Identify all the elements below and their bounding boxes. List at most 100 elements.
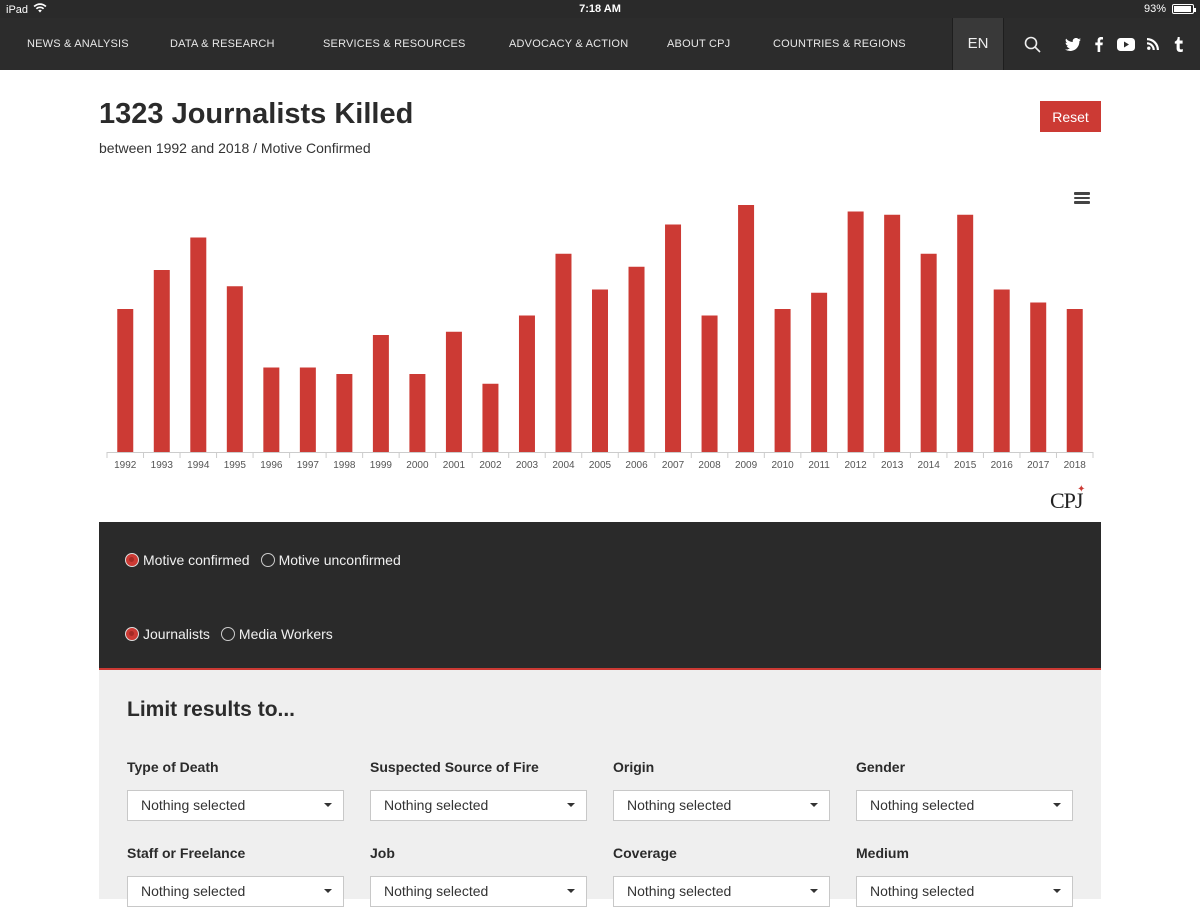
job-select[interactable]: Nothing selected [370, 876, 587, 907]
battery-icon [1172, 4, 1196, 14]
x-tick-label: 2007 [662, 460, 685, 471]
gender-select[interactable]: Nothing selected [856, 790, 1073, 821]
nav-news-analysis[interactable]: NEWS & ANALYSIS [27, 18, 129, 70]
filter-job: Job Nothing selected [370, 845, 587, 907]
radio-media-workers[interactable]: Media Workers [220, 626, 333, 642]
bar-2017[interactable] [1030, 302, 1047, 453]
cpj-logo: CPJ ✦ [1050, 484, 1086, 513]
x-tick-label: 1997 [297, 460, 320, 471]
bar-1993[interactable] [153, 270, 170, 452]
x-tick-label: 2001 [443, 460, 466, 471]
caret-down-icon [567, 803, 575, 807]
bar-1999[interactable] [372, 335, 389, 452]
bar-2010[interactable] [774, 309, 791, 452]
nav-services-resources[interactable]: SERVICES & RESOURCES [323, 18, 466, 70]
nav-countries-regions[interactable]: COUNTRIES & REGIONS [773, 18, 906, 70]
caret-down-icon [1053, 803, 1061, 807]
caret-down-icon [324, 889, 332, 893]
bar-2011[interactable] [811, 292, 828, 452]
tumblr-icon[interactable] [1172, 18, 1186, 70]
staff-freelance-select[interactable]: Nothing selected [127, 876, 344, 907]
caret-down-icon [810, 889, 818, 893]
bar-2014[interactable] [920, 253, 937, 452]
nav-about-cpj[interactable]: ABOUT CPJ [667, 18, 730, 70]
bar-2012[interactable] [847, 211, 864, 453]
x-tick-label: 2017 [1027, 460, 1050, 471]
filter-staff-freelance: Staff or Freelance Nothing selected [127, 845, 344, 907]
x-tick-label: 2002 [479, 460, 502, 471]
limit-heading: Limit results to... [127, 698, 296, 721]
x-tick-label: 1992 [114, 460, 137, 471]
field-label: Coverage [613, 845, 677, 861]
bar-2000[interactable] [409, 374, 426, 452]
field-label: Origin [613, 759, 655, 775]
radio-motive-unconfirmed[interactable]: Motive unconfirmed [260, 552, 401, 568]
bar-2004[interactable] [555, 253, 572, 452]
caret-down-icon [567, 889, 575, 893]
twitter-icon[interactable] [1064, 18, 1082, 70]
x-tick-label: 1995 [224, 460, 247, 471]
x-tick-label: 2010 [771, 460, 794, 471]
bar-2005[interactable] [592, 289, 608, 453]
clock: 7:18 AM [579, 3, 621, 15]
coverage-select[interactable]: Nothing selected [613, 876, 830, 907]
radio-dot[interactable] [220, 627, 235, 641]
filter-source-of-fire: Suspected Source of Fire Nothing selecte… [370, 759, 587, 821]
bar-2002[interactable] [482, 383, 499, 452]
radio-journalists[interactable]: Journalists [125, 626, 210, 642]
x-tick-label: 2012 [845, 460, 868, 471]
field-label: Type of Death [127, 759, 219, 775]
x-tick-label: 1999 [370, 460, 393, 471]
x-tick-label: 2006 [625, 460, 648, 471]
reset-button[interactable]: Reset [1040, 101, 1101, 132]
bar-2015[interactable] [957, 214, 974, 452]
bar-1992[interactable] [117, 309, 134, 452]
x-tick-label: 2008 [698, 460, 721, 471]
youtube-icon[interactable] [1116, 18, 1136, 70]
x-tick-label: 1996 [260, 460, 283, 471]
chart-menu-icon[interactable] [1074, 192, 1090, 204]
bar-2001[interactable] [445, 331, 462, 452]
field-label: Job [370, 845, 395, 861]
x-tick-label: 2003 [516, 460, 539, 471]
bar-2007[interactable] [665, 224, 682, 453]
radio-motive-confirmed[interactable]: Motive confirmed [125, 552, 250, 568]
nav-data-research[interactable]: DATA & RESEARCH [170, 18, 275, 70]
type-of-death-select[interactable]: Nothing selected [127, 790, 344, 821]
bar-2003[interactable] [518, 315, 535, 453]
bar-2016[interactable] [993, 289, 1010, 453]
caret-down-icon [1053, 889, 1061, 893]
bar-2009[interactable] [738, 205, 755, 452]
search-icon[interactable] [1020, 18, 1044, 70]
bar-1997[interactable] [299, 367, 316, 453]
source-of-fire-select[interactable]: Nothing selected [370, 790, 587, 821]
bar-2018[interactable] [1066, 309, 1083, 452]
field-label: Medium [856, 845, 909, 861]
bar-2008[interactable] [701, 315, 718, 453]
origin-select[interactable]: Nothing selected [613, 790, 830, 821]
radio-dot[interactable] [125, 553, 139, 567]
page-subtitle: between 1992 and 2018 / Motive Confirmed [99, 140, 371, 156]
filter-medium: Medium Nothing selected [856, 845, 1073, 907]
bar-2006[interactable] [628, 266, 645, 452]
bar-1995[interactable] [226, 286, 243, 452]
bar-1998[interactable] [336, 374, 353, 452]
x-tick-label: 2005 [589, 460, 612, 471]
facebook-icon[interactable] [1093, 18, 1105, 70]
bar-chart-svg: 1992 1993 1994 1995 1996 1997 1998 1999 2000 2001… [106, 205, 1094, 471]
status-bar: iPad 7:18 AM 93% [0, 0, 1200, 18]
bar-1994[interactable] [190, 237, 207, 453]
bar-1996[interactable] [263, 367, 280, 453]
medium-select[interactable]: Nothing selected [856, 876, 1073, 907]
radio-dot[interactable] [260, 553, 275, 567]
x-tick-label: 2011 [808, 460, 830, 471]
field-label: Suspected Source of Fire [370, 759, 539, 775]
language-selector[interactable]: EN [952, 18, 1004, 70]
rss-icon[interactable] [1146, 18, 1160, 70]
nav-advocacy-action[interactable]: ADVOCACY & ACTION [509, 18, 628, 70]
x-tick-label: 1998 [333, 460, 356, 471]
radio-dot[interactable] [125, 627, 139, 641]
field-label: Staff or Freelance [127, 845, 246, 861]
x-tick-label: 2015 [954, 460, 977, 471]
bar-2013[interactable] [884, 214, 901, 452]
